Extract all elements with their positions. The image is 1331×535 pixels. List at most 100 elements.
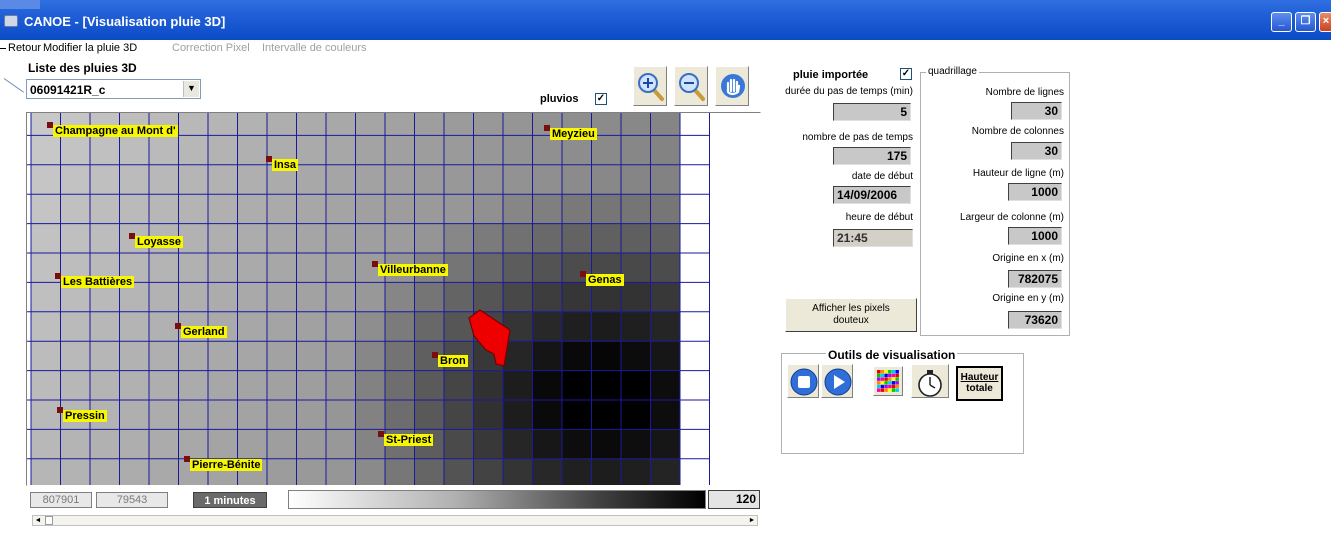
palette-swatch [877, 377, 881, 381]
largeur-colonne-field[interactable]: 1000 [1008, 227, 1062, 245]
duree-field[interactable]: 5 [833, 103, 911, 121]
grid-cell [60, 164, 90, 195]
grid-cell [562, 458, 592, 485]
hauteur-totale-button[interactable]: Hauteur totale [956, 366, 1003, 401]
grid-cell [532, 370, 562, 400]
menu-retour[interactable]: Retour [8, 42, 41, 54]
palette-swatch [877, 373, 881, 378]
palette-swatch [891, 370, 896, 374]
grid-cell [296, 458, 326, 485]
grid-cell [119, 458, 149, 485]
grid-cell [237, 370, 267, 400]
scroll-left-icon[interactable]: ◄ [33, 516, 43, 525]
afficher-pixels-douteux-button[interactable]: Afficher les pixels douteux [785, 298, 917, 332]
grid-cell [208, 113, 238, 136]
grid-cell [680, 458, 710, 485]
grid-cell [119, 164, 149, 195]
pluvios-checkbox[interactable]: ✓ [595, 93, 607, 105]
grid-cell [562, 223, 592, 253]
play-button[interactable] [821, 364, 853, 398]
chevron-down-icon[interactable]: ▼ [183, 81, 199, 97]
palette-swatch [891, 373, 896, 378]
grid-cell [296, 282, 326, 312]
grid-cell [444, 458, 474, 485]
grid-cell [208, 400, 238, 430]
grid-cell [296, 194, 326, 224]
grid-cell [532, 253, 562, 283]
x-coordinate: 807901 [30, 492, 92, 508]
rain-map[interactable]: Champagne au Mont d' Meyzieu Insa Loyass… [26, 112, 761, 486]
grid-cell [532, 311, 562, 342]
hauteur-totale-line1: Hauteur [960, 372, 999, 383]
grid-cell [680, 223, 710, 253]
zoom-out-button[interactable] [674, 66, 708, 106]
heure-field[interactable]: 21:45 [833, 229, 913, 247]
nb-colonnes-field[interactable]: 30 [1011, 142, 1062, 160]
restore-button[interactable]: ❐ [1295, 12, 1316, 32]
grid-cell [355, 458, 385, 485]
grid-cell [680, 282, 710, 312]
grid-cell [503, 429, 533, 459]
grid-cell [621, 282, 651, 312]
station-label: St-Priest [384, 434, 434, 446]
grid-cell [90, 223, 120, 253]
nb-lignes-field[interactable]: 30 [1011, 102, 1062, 120]
origine-y-field[interactable]: 73620 [1008, 311, 1062, 329]
grid-cell [385, 135, 415, 165]
grid-cell [591, 223, 621, 253]
grid-cell [326, 282, 356, 312]
grid-cell [119, 135, 149, 165]
grid-cell [591, 164, 621, 195]
grid-cell [414, 113, 444, 136]
scroll-thumb[interactable] [45, 516, 53, 525]
scroll-right-icon[interactable]: ► [747, 516, 757, 525]
minimize-button[interactable]: _ [1271, 12, 1292, 32]
grid-cell [267, 223, 297, 253]
title-bar-accent [0, 0, 40, 9]
grid-cell [591, 282, 621, 312]
date-field[interactable]: 14/09/2006 [833, 186, 911, 204]
grid-cell [60, 223, 90, 253]
nb-pas-field[interactable]: 175 [833, 147, 911, 165]
stop-button[interactable] [787, 364, 819, 398]
rain-select[interactable]: 06091421R_c ▼ [26, 79, 201, 99]
zoom-in-button[interactable] [633, 66, 667, 106]
pluie-importee-checkbox[interactable]: ✓ [900, 68, 912, 80]
stopwatch-button[interactable] [911, 364, 949, 398]
menu-intervalle-couleurs[interactable]: Intervalle de couleurs [262, 42, 367, 54]
origine-x-field[interactable]: 782075 [1008, 270, 1062, 288]
grid-cell [444, 370, 474, 400]
grid-cell [591, 341, 621, 371]
color-palette-button[interactable] [873, 366, 903, 396]
grid-cell [178, 194, 208, 224]
menu-modifier-pluie[interactable]: Modifier la pluie 3D [43, 42, 137, 54]
palette-swatch [884, 381, 888, 385]
horizontal-scrollbar[interactable]: ◄ ► [32, 515, 758, 526]
grid-cell [119, 370, 149, 400]
grid-cell [473, 429, 503, 459]
grid-cell [149, 194, 179, 224]
grid-cell [90, 458, 120, 485]
grid-cell [650, 282, 680, 312]
zoom-out-icon [679, 73, 705, 101]
pan-button[interactable] [715, 66, 749, 106]
grid-cell [60, 311, 90, 342]
menu-correction-pixel[interactable]: Correction Pixel [172, 42, 250, 54]
close-button[interactable]: × [1319, 12, 1331, 32]
rain-grid[interactable] [27, 113, 760, 485]
palette-swatch [888, 388, 892, 392]
hauteur-ligne-field[interactable]: 1000 [1008, 183, 1062, 201]
grid-cell [237, 194, 267, 224]
grid-cell [208, 429, 238, 459]
grid-cell [267, 370, 297, 400]
grid-cell [385, 282, 415, 312]
palette-swatch [877, 370, 881, 374]
app-icon [4, 15, 18, 27]
grid-cell [503, 135, 533, 165]
grid-cell [149, 370, 179, 400]
grid-cell [355, 164, 385, 195]
grid-cell [178, 253, 208, 283]
grid-cell [473, 135, 503, 165]
grid-cell [208, 135, 238, 165]
app-window: CANOE - [Visualisation pluie 3D] _ ❐ × R… [0, 0, 1331, 535]
